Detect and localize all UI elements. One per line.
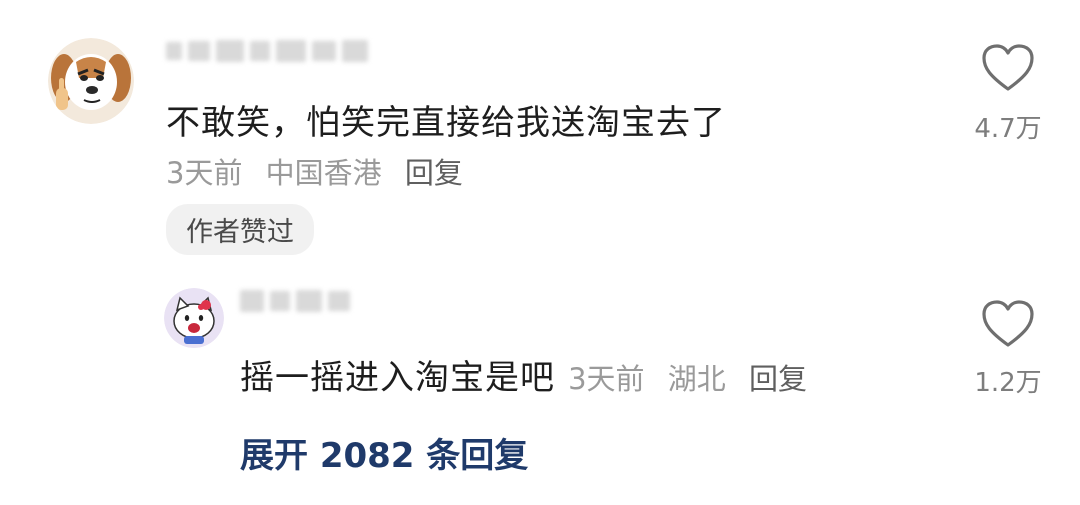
comment-like-count: 4.7万 bbox=[974, 114, 1042, 144]
comment-reply-button[interactable]: 回复 bbox=[405, 156, 463, 190]
replier-avatar[interactable] bbox=[164, 288, 224, 348]
commenter-name-blurred[interactable] bbox=[166, 38, 386, 64]
reply-like-count: 1.2万 bbox=[974, 368, 1042, 398]
hello-kitty-avatar-icon bbox=[164, 288, 224, 348]
reply-time: 3天前 bbox=[568, 362, 645, 396]
comment-time: 3天前 bbox=[166, 156, 243, 190]
reply-reply-button[interactable]: 回复 bbox=[749, 362, 807, 396]
heart-outline-icon bbox=[982, 300, 1034, 347]
comment-text: 不敢笑，怕笑完直接给我送淘宝去了 bbox=[166, 103, 726, 143]
expand-replies-link[interactable]: 展开 2082 条回复 bbox=[240, 428, 528, 477]
dog-avatar-icon bbox=[48, 38, 134, 124]
reply-location: 湖北 bbox=[667, 362, 726, 396]
reply-like-button[interactable] bbox=[980, 298, 1036, 350]
comment-like-button[interactable] bbox=[980, 42, 1036, 94]
heart-outline-icon bbox=[982, 44, 1034, 91]
reply-line: 摇一摇进入淘宝是吧 3天前 湖北 回复 bbox=[240, 350, 807, 399]
replier-name-blurred[interactable] bbox=[240, 288, 360, 314]
reply-meta: 3天前 湖北 回复 bbox=[568, 362, 807, 396]
comment-meta: 3天前 中国香港 回复 bbox=[166, 150, 463, 192]
comment-location: 中国香港 bbox=[265, 156, 382, 190]
author-liked-badge: 作者赞过 bbox=[166, 204, 314, 255]
reply-text: 摇一摇进入淘宝是吧 bbox=[240, 358, 555, 398]
commenter-avatar[interactable] bbox=[48, 38, 134, 124]
